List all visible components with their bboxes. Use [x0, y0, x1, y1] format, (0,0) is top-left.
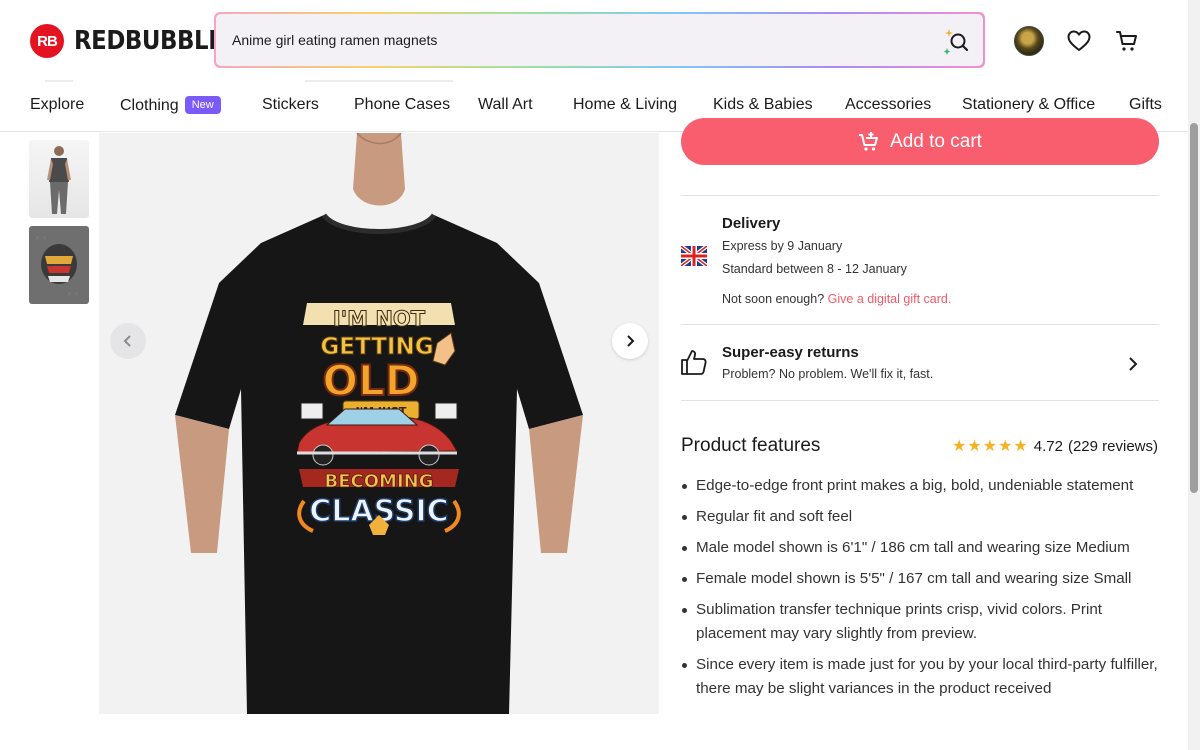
logo-text: REDBUBBLE: [74, 26, 224, 56]
express-delivery: Express by 9 January: [722, 239, 843, 253]
redbubble-logo[interactable]: RB REDBUBBLE: [30, 24, 244, 58]
cart-icon[interactable]: [1114, 28, 1140, 54]
rating-summary[interactable]: ★★★★★ 4.72 (229 reviews): [952, 436, 1158, 456]
header-actions: [1014, 26, 1140, 56]
search-bar: [214, 12, 985, 68]
site-header: RB REDBUBBLE: [0, 0, 1188, 83]
returns-subtitle: Problem? No problem. We'll fix it, fast.: [722, 367, 934, 381]
nav-item-home-living[interactable]: Home & Living: [573, 96, 677, 114]
divider: [681, 324, 1159, 325]
search-box: [216, 14, 983, 66]
add-cart-icon: [859, 131, 879, 151]
not-soon-label: Not soon enough?: [722, 292, 825, 306]
chevron-left-icon: [123, 335, 131, 347]
nav-item-stickers[interactable]: Stickers: [262, 96, 319, 114]
delivery-title: Delivery: [722, 215, 781, 232]
nav-item-stationery-office[interactable]: Stationery & Office: [962, 96, 1095, 114]
product-features-title: Product features: [681, 435, 821, 456]
uk-flag-icon: [679, 244, 709, 268]
star-rating-icon: ★★★★★: [952, 438, 1029, 455]
ai-search-icon[interactable]: [941, 26, 971, 56]
svg-text:OLD: OLD: [322, 356, 419, 405]
scrollbar-thumb[interactable]: [1190, 123, 1198, 493]
next-image-button[interactable]: [612, 323, 648, 359]
thumbnail-design[interactable]: × × × ×: [29, 226, 89, 304]
nav-item-kids-babies[interactable]: Kids & Babies: [713, 96, 813, 114]
feature-item: Sublimation transfer technique prints cr…: [681, 598, 1161, 646]
feature-item: Since every item is made just for you by…: [681, 653, 1161, 701]
thumbs-up-icon: [680, 348, 708, 376]
nav-item-wall-art[interactable]: Wall Art: [478, 96, 533, 114]
features-list: Edge-to-edge front print makes a big, bo…: [681, 474, 1161, 708]
feature-item: Female model shown is 5'5" / 167 cm tall…: [681, 567, 1161, 591]
returns-title: Super-easy returns: [722, 344, 859, 361]
page-scrollbar[interactable]: [1188, 0, 1200, 750]
feature-item: Edge-to-edge front print makes a big, bo…: [681, 474, 1161, 498]
logo-mark: RB: [30, 24, 64, 58]
not-soon-enough: Not soon enough? Give a digital gift car…: [722, 292, 951, 306]
heart-icon[interactable]: [1066, 28, 1092, 54]
nav-item-clothing[interactable]: Clothing New: [120, 96, 221, 115]
search-input[interactable]: [232, 14, 912, 66]
avatar[interactable]: [1014, 26, 1044, 56]
gift-card-link[interactable]: Give a digital gift card.: [828, 292, 952, 306]
rating-count: (229 reviews): [1067, 437, 1158, 455]
nav-item-phone-cases[interactable]: Phone Cases: [354, 96, 450, 114]
divider: [681, 195, 1159, 196]
svg-text:I'M NOT: I'M NOT: [333, 307, 426, 331]
feature-item: Regular fit and soft feel: [681, 505, 1161, 529]
new-badge: New: [184, 96, 221, 114]
thumbnail-model[interactable]: [29, 140, 89, 218]
svg-text:BECOMING: BECOMING: [325, 471, 434, 492]
nav-item-accessories[interactable]: Accessories: [845, 96, 931, 114]
svg-text:× ×: × ×: [35, 235, 47, 242]
svg-text:× ×: × ×: [67, 291, 79, 298]
rating-value: 4.72: [1033, 437, 1063, 455]
returns-chevron-icon[interactable]: [1125, 355, 1141, 373]
nav-item-gifts[interactable]: Gifts: [1129, 96, 1162, 114]
nav-item-explore[interactable]: Explore: [30, 96, 84, 114]
add-to-cart-label: Add to cart: [890, 130, 982, 152]
feature-item: Male model shown is 6'1" / 186 cm tall a…: [681, 536, 1161, 560]
prev-image-button[interactable]: [110, 323, 146, 359]
product-image: I'M NOT GETTING OLD I'M JUST BECOMING CL…: [99, 133, 659, 714]
add-to-cart-button[interactable]: Add to cart: [681, 118, 1159, 165]
chevron-right-icon: [627, 335, 635, 347]
nav-item-label: Clothing: [120, 97, 179, 114]
divider: [681, 400, 1159, 401]
standard-delivery: Standard between 8 - 12 January: [722, 262, 907, 276]
